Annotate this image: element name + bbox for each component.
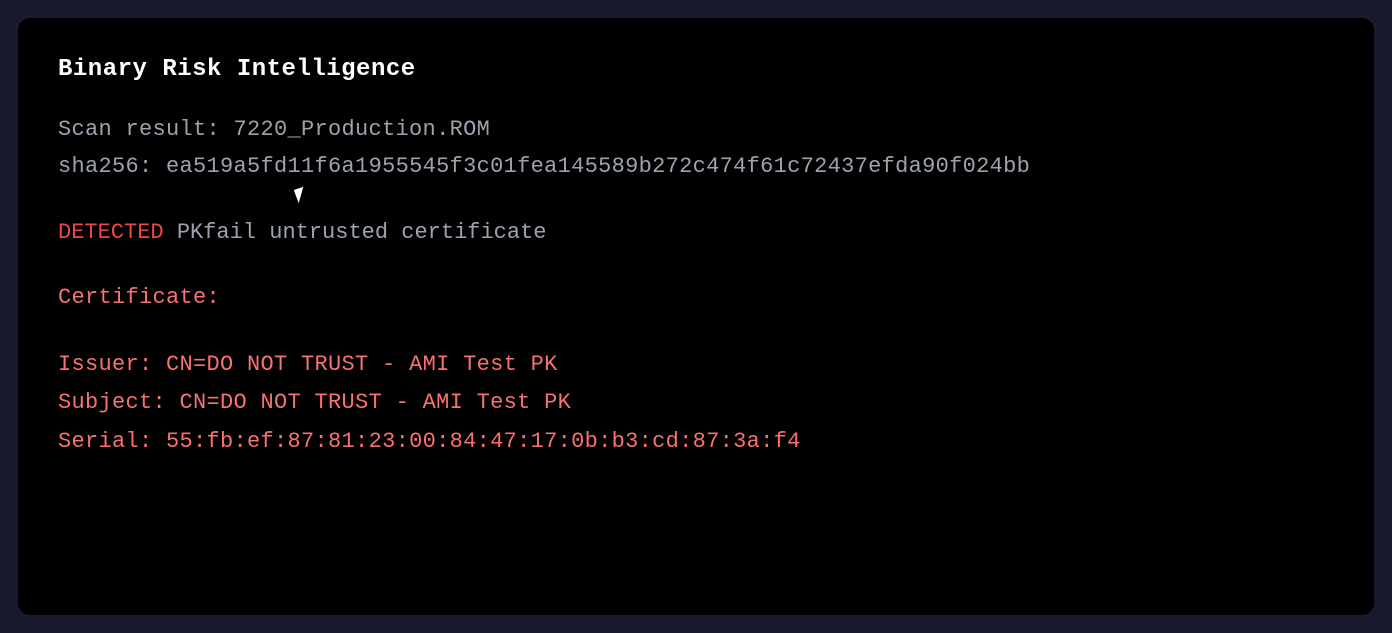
certificate-subject-value: CN=DO NOT TRUST - AMI Test PK	[180, 390, 572, 415]
sha256-line: sha256: ea519a5fd11f6a1955545f3c01fea145…	[58, 148, 1334, 185]
certificate-issuer-label: Issuer:	[58, 352, 166, 377]
scan-result-line: Scan result: 7220_Production.ROM	[58, 111, 1334, 148]
detection-line: DETECTED PKfail untrusted certificate	[58, 214, 1334, 251]
certificate-header: Certificate:	[58, 279, 1334, 318]
certificate-issuer-value: CN=DO NOT TRUST - AMI Test PK	[166, 352, 558, 377]
detection-status: DETECTED	[58, 220, 164, 245]
certificate-issuer-line: Issuer: CN=DO NOT TRUST - AMI Test PK	[58, 346, 1334, 385]
terminal-output-panel: Binary Risk Intelligence Scan result: 72…	[18, 18, 1374, 615]
sha256-label: sha256:	[58, 154, 166, 179]
panel-title: Binary Risk Intelligence	[58, 56, 1334, 83]
sha256-value: ea519a5fd11f6a1955545f3c01fea145589b272c…	[166, 154, 1030, 179]
certificate-section: Certificate: Issuer: CN=DO NOT TRUST - A…	[58, 279, 1334, 461]
certificate-subject-label: Subject:	[58, 390, 180, 415]
scan-result-filename: 7220_Production.ROM	[234, 117, 491, 142]
certificate-serial-value: 55:fb:ef:87:81:23:00:84:47:17:0b:b3:cd:8…	[166, 429, 801, 454]
certificate-serial-line: Serial: 55:fb:ef:87:81:23:00:84:47:17:0b…	[58, 423, 1334, 462]
detection-description: PKfail untrusted certificate	[164, 220, 547, 245]
certificate-serial-label: Serial:	[58, 429, 166, 454]
certificate-subject-line: Subject: CN=DO NOT TRUST - AMI Test PK	[58, 384, 1334, 423]
scan-result-label: Scan result:	[58, 117, 234, 142]
